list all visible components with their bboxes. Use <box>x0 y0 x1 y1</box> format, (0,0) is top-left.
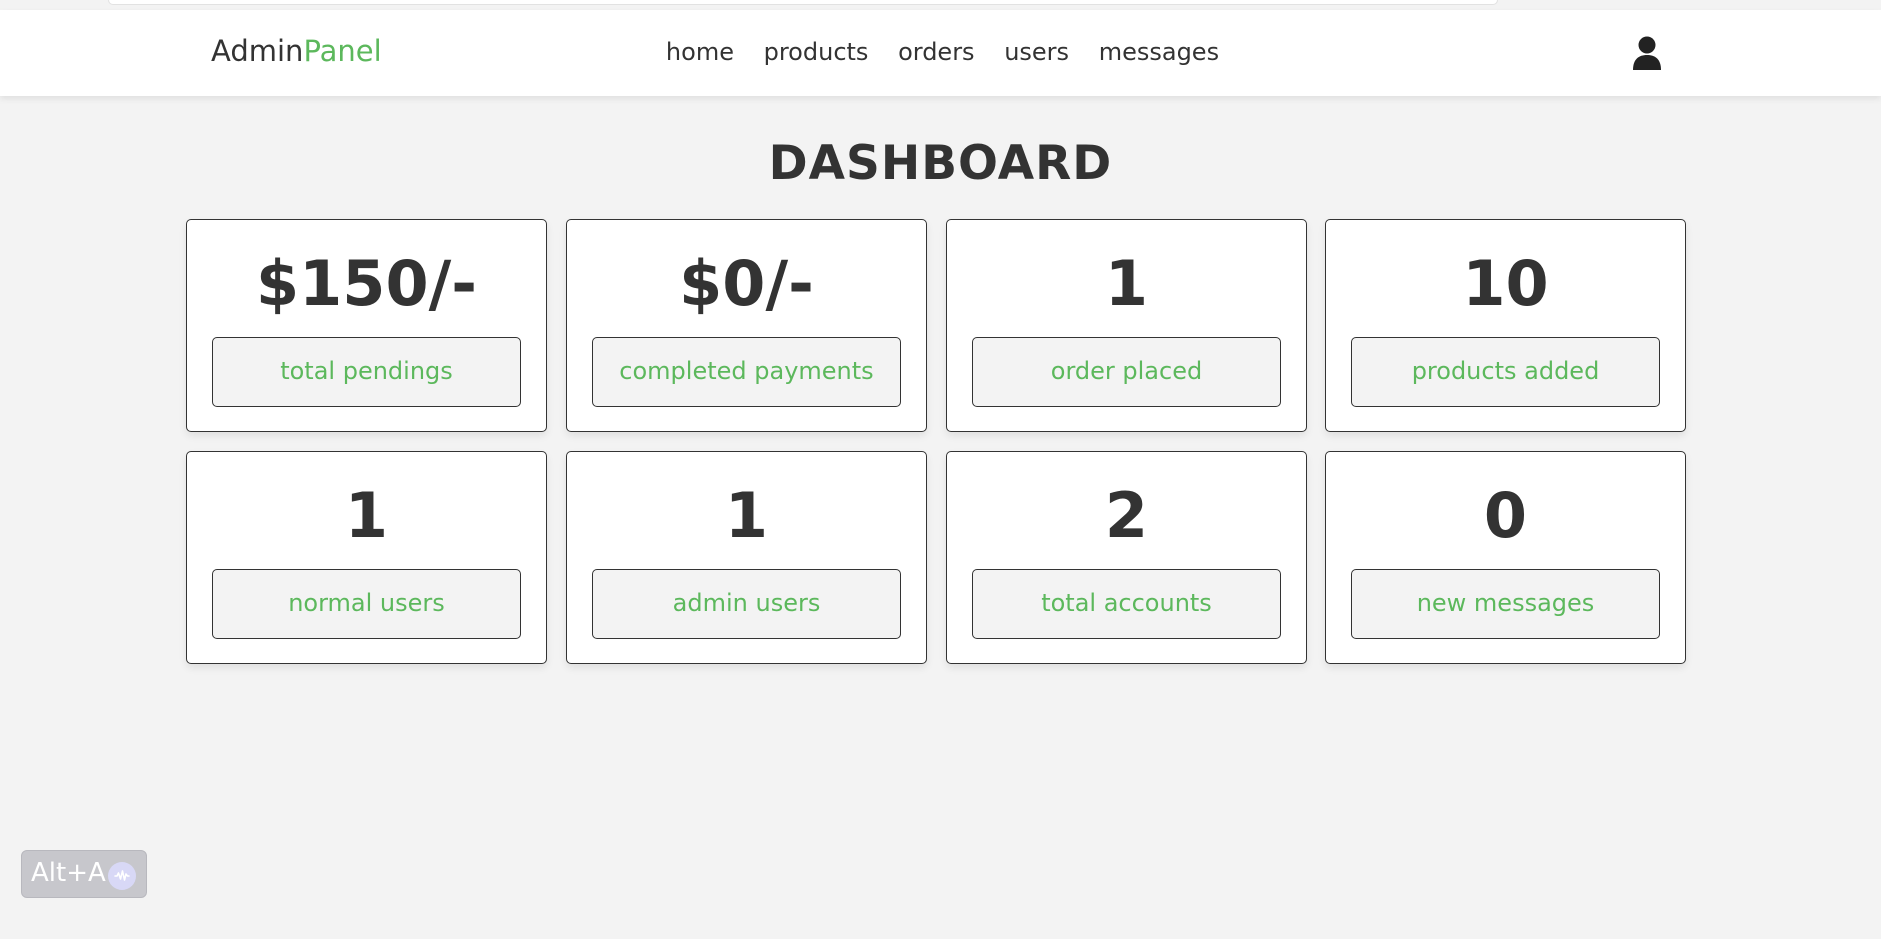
total-accounts-button[interactable]: total accounts <box>972 569 1281 639</box>
stat-value: 1 <box>344 479 389 552</box>
stat-card-total-accounts: 2 total accounts <box>946 451 1307 664</box>
stat-card-admin-users: 1 admin users <box>566 451 927 664</box>
voice-wave-glyph <box>114 870 130 881</box>
stat-value: 1 <box>1104 247 1149 320</box>
total-pendings-button[interactable]: total pendings <box>212 337 521 407</box>
nav-users[interactable]: users <box>1004 38 1069 66</box>
new-messages-button[interactable]: new messages <box>1351 569 1660 639</box>
nav-products[interactable]: products <box>764 38 869 66</box>
main-nav: home products orders users messages <box>0 38 1881 66</box>
stat-card-completed-payments: $0/- completed payments <box>566 219 927 432</box>
stat-card-total-pendings: $150/- total pendings <box>186 219 547 432</box>
stat-value: $0/- <box>679 247 814 320</box>
products-added-button[interactable]: products added <box>1351 337 1660 407</box>
stat-value: 0 <box>1483 479 1528 552</box>
stat-value: 2 <box>1104 479 1149 552</box>
order-placed-button[interactable]: order placed <box>972 337 1281 407</box>
stat-value: $150/- <box>256 247 477 320</box>
page-title: DASHBOARD <box>768 136 1113 191</box>
voice-wave-icon <box>108 862 136 890</box>
stat-card-new-messages: 0 new messages <box>1325 451 1686 664</box>
header: AdminPanel home products orders users me… <box>0 10 1881 96</box>
completed-payments-button[interactable]: completed payments <box>592 337 901 407</box>
admin-users-button[interactable]: admin users <box>592 569 901 639</box>
top-bar-edge <box>108 0 1498 5</box>
stat-value: 1 <box>724 479 769 552</box>
browser-top-strip <box>0 0 1881 10</box>
nav-orders[interactable]: orders <box>898 38 975 66</box>
user-icon[interactable] <box>1631 35 1663 71</box>
stat-card-normal-users: 1 normal users <box>186 451 547 664</box>
alt-a-label: Alt+A <box>31 858 106 888</box>
user-icon-glyph <box>1633 36 1661 70</box>
stat-card-order-placed: 1 order placed <box>946 219 1307 432</box>
nav-messages[interactable]: messages <box>1099 38 1219 66</box>
normal-users-button[interactable]: normal users <box>212 569 521 639</box>
nav-home[interactable]: home <box>666 38 734 66</box>
stat-value: 10 <box>1462 247 1549 320</box>
alt-a-shortcut-widget[interactable]: Alt+A <box>21 850 147 898</box>
stat-card-products-added: 10 products added <box>1325 219 1686 432</box>
